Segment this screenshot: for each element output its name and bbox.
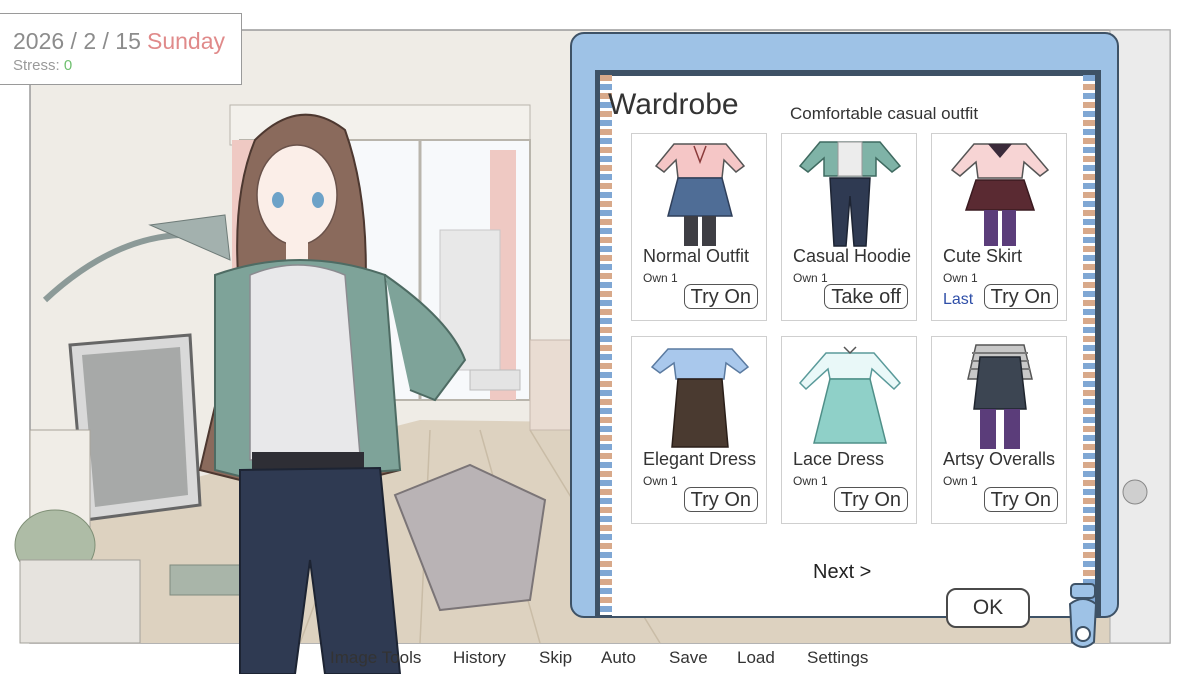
- owned-count: Own 1: [643, 271, 678, 285]
- quick-menu-load[interactable]: Load: [737, 648, 775, 668]
- quick-menu-history[interactable]: History: [453, 648, 506, 668]
- try-on-button-elegant-dress[interactable]: Try On: [683, 487, 758, 512]
- elegant-dress-icon: [650, 348, 750, 448]
- quick-menu-save[interactable]: Save: [669, 648, 708, 668]
- owned-count: Own 1: [943, 474, 978, 488]
- try-on-button-normal-outfit[interactable]: Try On: [683, 284, 758, 309]
- outfit-card-lace-dress: Lace Dress Own 1 Try On: [781, 336, 917, 524]
- lace-dress-icon: [798, 346, 902, 444]
- quick-menu-image-tools[interactable]: Image Tools: [330, 648, 421, 668]
- outfit-description: Comfortable casual outfit: [790, 104, 979, 123]
- zipper-pull-icon: [1068, 583, 1098, 648]
- outfit-card-elegant-dress: Elegant Dress Own 1 Try On: [631, 336, 767, 524]
- outfit-name: Artsy Overalls: [943, 449, 1056, 469]
- last-worn-label: Last: [943, 291, 974, 308]
- outfit-card-normal-outfit: Normal Outfit Own 1 Try On: [631, 133, 767, 321]
- quick-menu-skip[interactable]: Skip: [539, 648, 572, 668]
- quick-menu-auto[interactable]: Auto: [601, 648, 636, 668]
- stress-value: 0: [63, 57, 73, 74]
- outfit-name: Casual Hoodie: [793, 246, 912, 266]
- stress-row: Stress: 0: [13, 57, 72, 74]
- weekday-label: Sunday: [147, 28, 226, 54]
- cute-skirt-icon: [950, 143, 1050, 246]
- ok-button[interactable]: OK: [946, 588, 1030, 628]
- outfit-card-artsy-overalls: Artsy Overalls Own 1 Try On: [931, 336, 1067, 524]
- outfit-name: Normal Outfit: [643, 246, 750, 266]
- stress-label: Stress:: [13, 57, 64, 74]
- zipper-left-strip: [600, 75, 612, 615]
- outfit-name: Elegant Dress: [643, 449, 757, 469]
- try-on-button-lace-dress[interactable]: Try On: [833, 487, 908, 512]
- date-stress-panel: 2026 / 2 / 15 Sunday Stress: 0: [0, 13, 242, 85]
- artsy-overalls-icon: [967, 344, 1033, 449]
- owned-count: Own 1: [943, 271, 978, 285]
- quick-menu-settings[interactable]: Settings: [807, 648, 868, 668]
- casual-hoodie-icon: [798, 141, 902, 247]
- try-on-button-cute-skirt[interactable]: Try On: [983, 284, 1058, 309]
- zipper-right-strip: [1083, 75, 1095, 615]
- outfit-name: Lace Dress: [793, 449, 885, 469]
- owned-count: Own 1: [793, 474, 828, 488]
- take-off-button-casual-hoodie[interactable]: Take off: [824, 284, 908, 309]
- owned-count: Own 1: [643, 474, 678, 488]
- outfit-card-casual-hoodie: Casual Hoodie Own 1 Take off: [781, 133, 917, 321]
- try-on-button-artsy-overalls[interactable]: Try On: [983, 487, 1058, 512]
- owned-count: Own 1: [793, 271, 828, 285]
- normal-outfit-icon: [654, 143, 746, 246]
- next-page-button[interactable]: Next >: [813, 561, 871, 584]
- outfit-name: Cute Skirt: [943, 246, 1023, 266]
- outfit-card-cute-skirt: Cute Skirt Own 1 Last Try On: [931, 133, 1067, 321]
- wardrobe-title: Wardrobe: [608, 88, 739, 121]
- date-label: 2026 / 2 / 15: [13, 28, 141, 54]
